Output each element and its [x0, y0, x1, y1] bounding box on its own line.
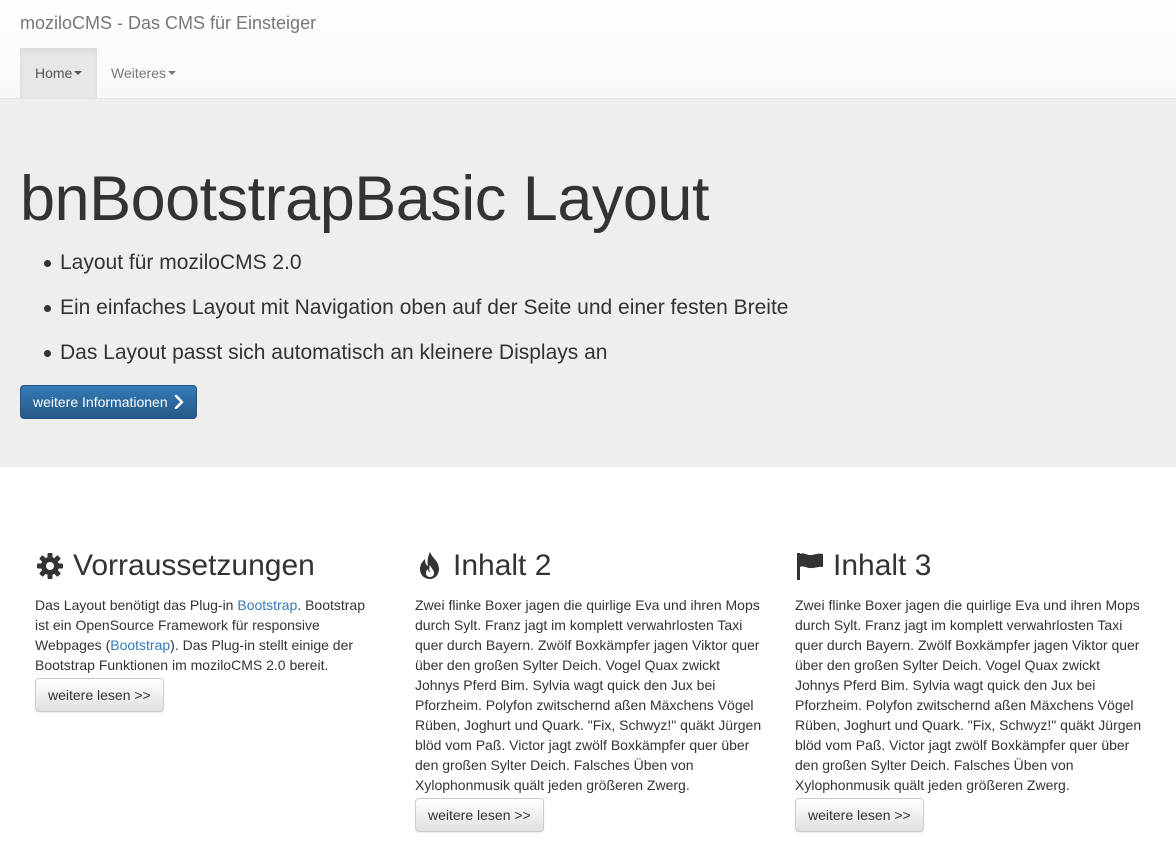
jumbotron: bnBootstrapBasic Layout Layout für mozil… — [0, 99, 1176, 467]
column-text: Das Layout benötigt das Plug-in Bootstra… — [35, 595, 380, 675]
column-title: Inhalt 2 — [453, 549, 552, 582]
list-item: Layout für moziloCMS 2.0 — [42, 251, 788, 296]
chevron-right-icon — [174, 395, 183, 409]
list-item: Das Layout passt sich automatisch an kle… — [42, 341, 788, 386]
column-inhalt-3: Inhalt 3 Zwei flinke Boxer jagen die qui… — [795, 545, 1145, 832]
gear-icon — [35, 551, 65, 581]
more-info-button-label: weitere Informationen — [33, 394, 168, 410]
column-heading: Vorraussetzungen — [35, 545, 380, 587]
column-text: Zwei flinke Boxer jagen die quirlige Eva… — [795, 597, 1142, 793]
column-text: Zwei flinke Boxer jagen die quirlige Eva… — [415, 597, 762, 793]
text-segment: Das Layout benötigt das Plug-in — [35, 597, 238, 613]
column-heading: Inhalt 3 — [795, 545, 1145, 587]
column-title: Inhalt 3 — [833, 549, 932, 582]
feature-list: Layout für moziloCMS 2.0 Ein einfaches L… — [42, 251, 788, 386]
page-title: bnBootstrapBasic Layout — [20, 164, 709, 234]
nav-item-weiteres-label: Weiteres — [111, 65, 166, 81]
read-more-button[interactable]: weitere lesen >> — [35, 678, 164, 712]
column-heading: Inhalt 2 — [415, 545, 765, 587]
read-more-button[interactable]: weitere lesen >> — [415, 798, 544, 832]
nav-item-home[interactable]: Home — [20, 48, 98, 98]
navbar: moziloCMS - Das CMS für Einsteiger Home … — [0, 0, 1176, 99]
nav-item-home-label: Home — [35, 65, 73, 81]
bootstrap-link[interactable]: Bootstrap — [237, 597, 297, 613]
flag-icon — [795, 551, 825, 581]
caret-down-icon — [74, 71, 83, 75]
column-requirements: Vorraussetzungen Das Layout benötigt das… — [35, 545, 380, 712]
fire-icon — [415, 551, 445, 581]
brand-link[interactable]: moziloCMS - Das CMS für Einsteiger — [20, 13, 316, 34]
bootstrap-link[interactable]: Bootstrap — [110, 637, 170, 653]
column-inhalt-2: Inhalt 2 Zwei flinke Boxer jagen die qui… — [415, 545, 765, 832]
more-info-button[interactable]: weitere Informationen — [20, 385, 197, 419]
nav-item-weiteres[interactable]: Weiteres — [96, 48, 191, 98]
read-more-button[interactable]: weitere lesen >> — [795, 798, 924, 832]
column-title: Vorraussetzungen — [73, 549, 315, 582]
caret-down-icon — [167, 71, 176, 75]
list-item: Ein einfaches Layout mit Navigation oben… — [42, 296, 788, 341]
